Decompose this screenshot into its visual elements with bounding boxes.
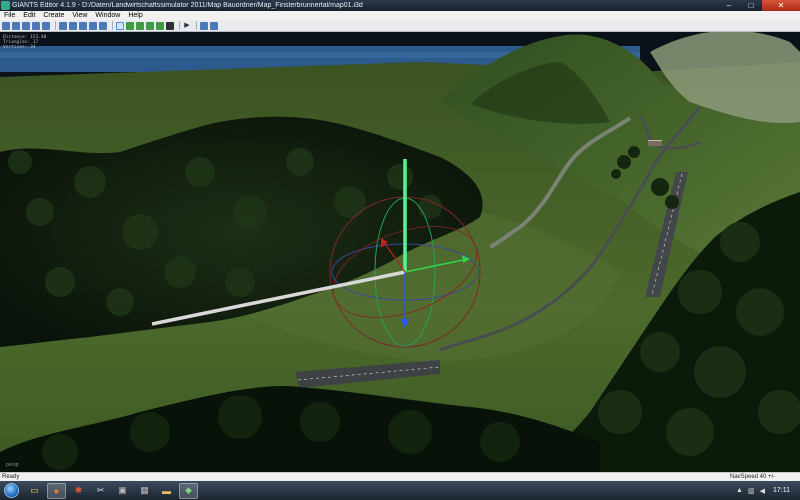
taskbar-folder[interactable]: ▬	[157, 483, 176, 499]
nav-speed: NavSpeed 40 +/-	[730, 474, 776, 480]
settings-icon[interactable]	[210, 21, 218, 30]
app-icon: ▣	[118, 485, 127, 495]
play-icon[interactable]: ▶	[183, 22, 191, 30]
app-icon: ▦	[140, 485, 149, 495]
taskbar-media-player[interactable]: ●	[47, 482, 66, 499]
terrain-sculpt-icon[interactable]	[166, 21, 174, 30]
camera-icon[interactable]	[200, 21, 208, 30]
maximize-button[interactable]: □	[740, 0, 762, 11]
new-file-icon[interactable]	[2, 21, 10, 30]
menu-bar: File Edit Create View Window Help	[0, 11, 800, 20]
stat-vertices: Vertices: 34	[3, 45, 36, 50]
toolbar-separator	[196, 21, 197, 30]
media-player-icon: ●	[53, 485, 60, 496]
menu-create[interactable]: Create	[39, 11, 68, 20]
close-button[interactable]: ✕	[762, 0, 800, 11]
tool-icon: ✂	[96, 485, 105, 495]
start-button[interactable]	[0, 481, 22, 500]
network-icon[interactable]: ▥	[748, 487, 755, 495]
window-title: GIANTS Editor 4.1.9 - D:/Daten/Landwirts…	[12, 2, 363, 9]
move-tool-icon[interactable]	[126, 21, 134, 30]
giants-editor-icon: ◆	[185, 485, 192, 495]
status-text: Ready	[2, 474, 20, 480]
menu-window[interactable]: Window	[91, 11, 124, 20]
volume-icon[interactable]: ◀	[760, 487, 765, 495]
import-icon[interactable]	[42, 21, 50, 30]
title-bar: GIANTS Editor 4.1.9 - D:/Daten/Landwirts…	[0, 0, 800, 11]
browser-icon: ✱	[74, 485, 83, 495]
scale-tool-icon[interactable]	[146, 21, 154, 30]
toolbar: ▶	[0, 20, 800, 32]
menu-file[interactable]: File	[0, 11, 19, 20]
taskbar-app-2[interactable]: ▦	[135, 483, 154, 499]
taskbar: ▭ ● ✱ ✂ ▣ ▦ ▬ ◆	[0, 481, 800, 500]
window-controls: – □ ✕	[718, 0, 800, 11]
status-bar: Ready NavSpeed 40 +/-	[0, 472, 800, 481]
cut-icon[interactable]	[59, 21, 67, 30]
terrain-paint-icon[interactable]	[156, 21, 164, 30]
taskbar-giants-editor[interactable]: ◆	[179, 482, 198, 499]
toolbar-separator	[112, 21, 113, 30]
undo-icon[interactable]	[89, 21, 97, 30]
paste-icon[interactable]	[79, 21, 87, 30]
chevron-up-icon[interactable]: ▲	[736, 487, 743, 494]
toolbar-separator	[55, 21, 56, 30]
folder-icon: ▬	[162, 485, 171, 496]
redo-icon[interactable]	[99, 21, 107, 30]
minimize-button[interactable]: –	[718, 0, 740, 11]
rotate-tool-icon[interactable]	[136, 21, 144, 30]
toolbar-separator	[179, 21, 180, 30]
save-as-icon[interactable]	[32, 21, 40, 30]
3d-viewport[interactable]: Distance: 153.40 Triangles: 17 Vertices:…	[0, 32, 800, 472]
viewport-stats: Distance: 153.40 Triangles: 17 Vertices:…	[3, 35, 46, 50]
taskbar-browser[interactable]: ✱	[69, 483, 88, 499]
copy-icon[interactable]	[69, 21, 77, 30]
menu-edit[interactable]: Edit	[19, 11, 39, 20]
taskbar-app-1[interactable]: ▣	[113, 483, 132, 499]
scene-render	[0, 32, 800, 472]
system-tray: ▲ ▥ ◀ 17:11	[731, 481, 790, 500]
taskbar-explorer[interactable]: ▭	[25, 483, 44, 499]
menu-help[interactable]: Help	[124, 11, 146, 20]
explorer-icon: ▭	[30, 485, 39, 495]
taskbar-tool[interactable]: ✂	[91, 483, 110, 499]
clock[interactable]: 17:11	[773, 487, 790, 494]
open-file-icon[interactable]	[12, 21, 20, 30]
menu-view[interactable]: View	[68, 11, 91, 20]
select-tool-icon[interactable]	[116, 21, 124, 30]
camera-label: persp	[6, 462, 19, 468]
save-icon[interactable]	[22, 21, 30, 30]
giants-editor-icon	[1, 1, 10, 10]
windows-orb-icon	[3, 483, 19, 498]
